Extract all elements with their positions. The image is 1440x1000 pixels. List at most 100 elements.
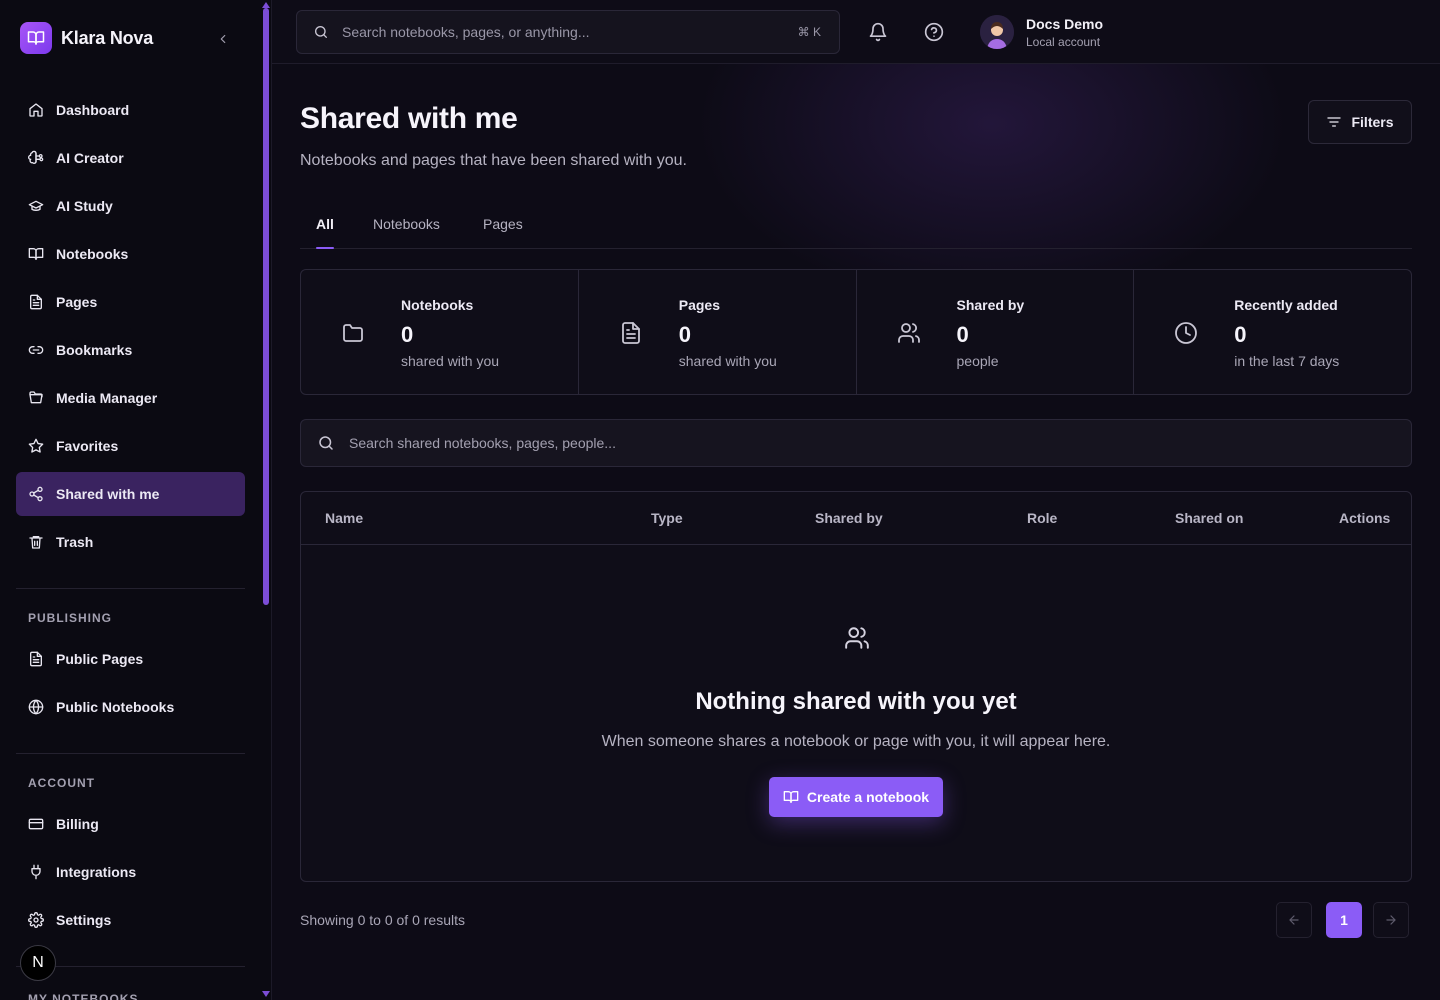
filters-button[interactable]: Filters [1308,100,1412,144]
column-header-actions: Actions [1339,510,1391,526]
sidebar: Klara Nova Dashboard AI Creator AI Study… [0,0,272,1000]
column-header-name[interactable]: Name [325,510,363,526]
link-icon [28,346,44,354]
sidebar-item-ai-creator[interactable]: AI Creator [16,136,245,180]
page-button-current[interactable]: 1 [1326,902,1362,938]
tab-pages[interactable]: Pages [483,200,523,248]
sidebar-item-bookmarks[interactable]: Bookmarks [16,328,245,372]
section-label-publishing: PUBLISHING [28,611,113,625]
sidebar-scrollbar-thumb[interactable] [263,8,269,605]
chevron-left-icon [220,34,226,44]
tab-notebooks[interactable]: Notebooks [373,200,440,248]
page-title: Shared with me [300,102,518,135]
stat-value: 0 [956,322,969,347]
page-number: 1 [1340,912,1348,928]
stat-value: 0 [678,322,691,347]
sidebar-item-ai-study[interactable]: AI Study [16,184,245,228]
framework-badge[interactable]: N [20,945,56,981]
stat-card-shared-by: Shared by 0 people [857,270,1135,394]
scroll-down-arrow-icon[interactable] [262,991,270,997]
users-icon [845,627,869,649]
folder-open-icon [29,391,43,404]
notifications-button[interactable] [866,20,890,44]
sidebar-item-label: Favorites [56,438,119,454]
user-name: Docs Demo [1026,15,1104,32]
column-header-type[interactable]: Type [651,510,683,526]
sidebar-divider [16,588,245,589]
next-page-button[interactable] [1373,902,1409,938]
sidebar-item-favorites[interactable]: Favorites [16,424,245,468]
plug-icon [31,864,41,880]
brain-icon [28,150,44,164]
sidebar-item-public-pages[interactable]: Public Pages [16,637,245,681]
stat-value: 0 [401,322,414,347]
sidebar-item-label: Bookmarks [56,342,133,358]
filter-lines-icon [1327,117,1342,127]
previous-page-button[interactable] [1276,902,1312,938]
file-text-icon [621,322,640,344]
graduation-cap-icon [28,200,44,211]
topbar: ⌘ K Docs Demo Local account [272,0,1440,64]
book-open-icon [783,791,799,803]
column-header-role[interactable]: Role [1027,510,1057,526]
stat-card-recently-added: Recently added 0 in the last 7 days [1134,270,1411,394]
stat-description: people [956,353,999,369]
stat-label: Shared by [956,297,1025,313]
global-search[interactable]: ⌘ K [296,10,840,54]
tab-label: All [316,216,334,232]
help-button[interactable] [922,20,946,44]
page-subtitle: Notebooks and pages that have been share… [300,152,687,169]
stat-label: Pages [678,297,720,313]
brand-name: Klara Nova [61,27,154,48]
sidebar-item-label: Notebooks [56,246,129,262]
shared-search[interactable] [300,419,1412,467]
tab-label: Pages [483,216,523,232]
collapse-sidebar-button[interactable] [212,28,234,50]
sidebar-item-label: Public Pages [56,651,144,667]
sidebar-item-integrations[interactable]: Integrations [16,850,245,894]
clock-icon [1175,322,1198,344]
sidebar-item-dashboard[interactable]: Dashboard [16,88,245,132]
shared-search-input[interactable] [349,435,1349,451]
sidebar-item-public-notebooks[interactable]: Public Notebooks [16,685,245,729]
users-icon [897,323,920,343]
column-header-shared-on[interactable]: Shared on [1175,510,1243,526]
sidebar-item-settings[interactable]: Settings [16,898,245,942]
star-icon [28,438,44,453]
stats-overview: Notebooks 0 shared with you Pages 0 shar… [300,269,1412,395]
global-search-input[interactable] [342,24,782,40]
book-open-icon [20,22,52,54]
folder-icon [343,324,363,342]
empty-state-description: When someone shares a notebook or page w… [601,733,1111,750]
column-header-shared-by[interactable]: Shared by [815,510,883,526]
brand[interactable]: Klara Nova [20,22,153,54]
stat-card-notebooks: Notebooks 0 shared with you [301,270,579,394]
sidebar-item-trash[interactable]: Trash [16,520,245,564]
bell-icon [869,22,887,42]
sidebar-item-label: Pages [56,294,98,310]
tabs: All Notebooks Pages [300,200,1412,249]
user-account-type: Local account [1026,34,1101,49]
trash-icon [29,536,43,549]
sidebar-item-billing[interactable]: Billing [16,802,245,846]
sidebar-item-label: Settings [56,912,112,928]
file-text-icon [30,651,42,667]
filters-label: Filters [1351,114,1394,130]
sidebar-item-label: Billing [56,816,99,832]
user-menu[interactable]: Docs Demo Local account [980,13,1103,51]
create-notebook-button[interactable]: Create a notebook [769,777,943,817]
sidebar-item-notebooks[interactable]: Notebooks [16,232,245,276]
create-notebook-label: Create a notebook [806,789,930,805]
table-header: Name Type Shared by Role Shared on Actio… [301,492,1411,545]
sidebar-item-label: Media Manager [56,390,158,406]
tab-all[interactable]: All [316,200,334,249]
sidebar-item-label: Dashboard [56,102,130,118]
sidebar-item-pages[interactable]: Pages [16,280,245,324]
sidebar-item-media-manager[interactable]: Media Manager [16,376,245,420]
stat-description: in the last 7 days [1234,353,1340,369]
file-text-icon [30,294,42,310]
stat-label: Recently added [1234,297,1338,313]
sidebar-item-shared-with-me[interactable]: Shared with me [16,472,245,516]
gear-icon [28,912,44,928]
arrow-left-icon [1289,915,1299,925]
